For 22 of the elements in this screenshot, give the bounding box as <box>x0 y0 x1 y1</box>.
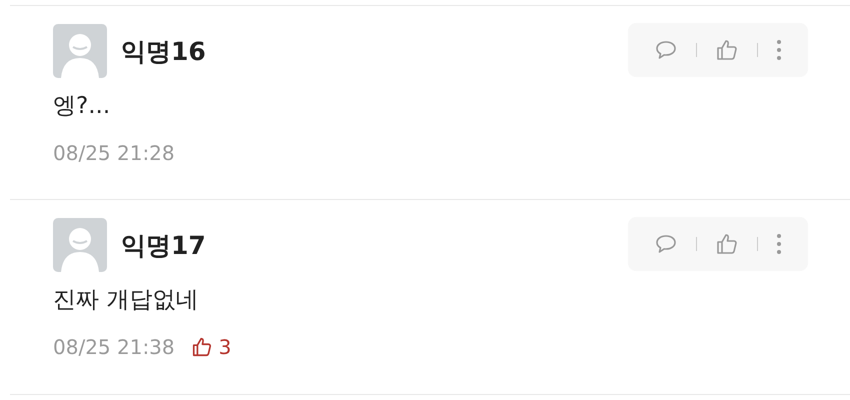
comment-time: 08/25 21:28 <box>53 141 175 165</box>
reply-button[interactable] <box>654 39 678 61</box>
speech-bubble-icon <box>654 39 678 61</box>
avatar-icon <box>53 218 107 272</box>
like-button[interactable] <box>715 38 739 62</box>
more-icon <box>776 233 782 255</box>
speech-bubble-icon <box>654 233 678 255</box>
thumbs-up-icon <box>715 38 739 62</box>
comment-text: 엥?... <box>53 92 112 121</box>
comment-text: 진짜 개답없네 <box>53 286 200 315</box>
author-name: 익명16 <box>121 36 206 68</box>
more-button[interactable] <box>776 39 782 61</box>
like-count: 3 <box>218 335 232 359</box>
thumbs-up-icon <box>715 232 739 256</box>
reply-button[interactable] <box>654 233 678 255</box>
thumbs-up-icon <box>190 336 213 358</box>
more-button[interactable] <box>776 233 782 255</box>
like-button[interactable] <box>715 232 739 256</box>
author-name: 익명17 <box>121 230 206 262</box>
avatar-icon <box>53 24 107 78</box>
comment-time: 08/25 21:38 <box>53 335 175 359</box>
more-icon <box>776 39 782 61</box>
